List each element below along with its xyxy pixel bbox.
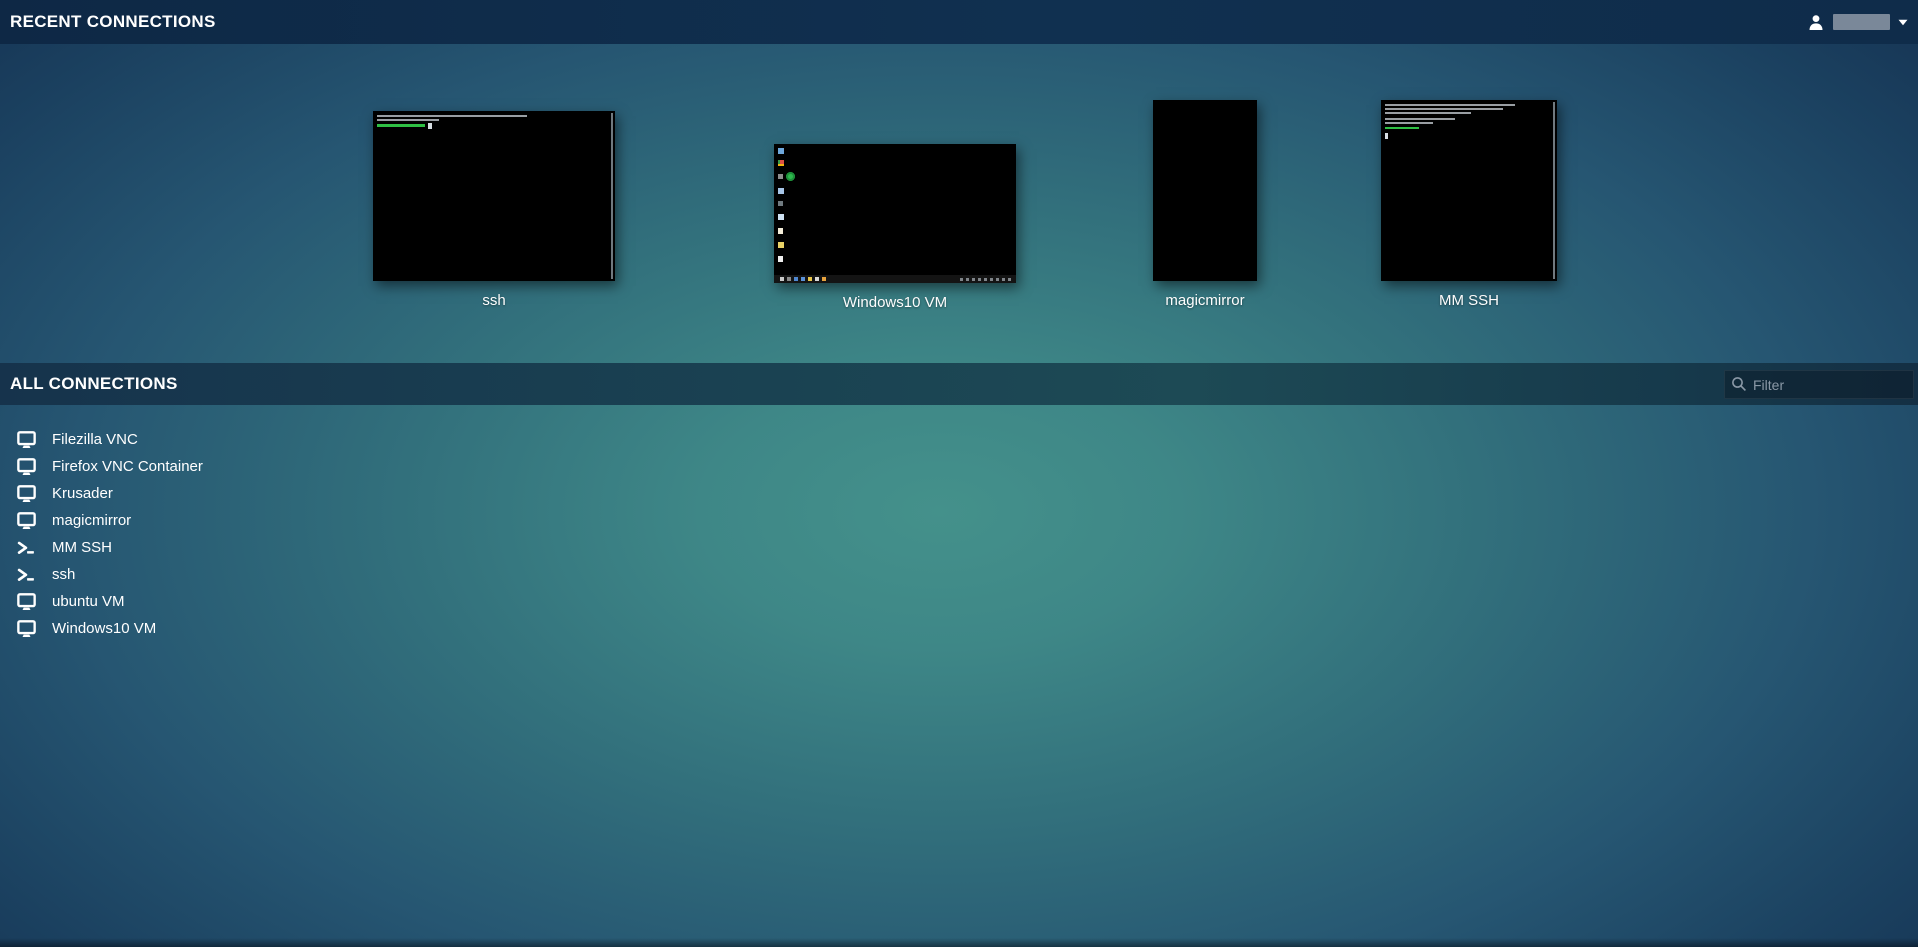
desktop-icon: [778, 242, 784, 248]
bottom-edge-shade: [0, 938, 1918, 947]
desktop-icon: [778, 228, 783, 234]
connection-label: Filezilla VNC: [52, 431, 138, 448]
connection-item-ssh[interactable]: ssh: [0, 561, 89, 588]
top-bar: RECENT CONNECTIONS: [0, 0, 1918, 44]
connection-caption: ssh: [373, 292, 615, 309]
connection-label: Windows10 VM: [52, 620, 156, 637]
monitor-icon: [17, 593, 36, 611]
scrollbar: [611, 113, 613, 279]
connection-item-mm-ssh[interactable]: MM SSH: [0, 534, 126, 561]
desktop-icon: [778, 174, 783, 179]
connection-caption: magicmirror: [1153, 292, 1257, 309]
monitor-icon: [17, 458, 36, 476]
desktop-icon: [778, 148, 784, 154]
desktop-icon: [778, 160, 784, 166]
connection-item-windows10-vm[interactable]: Windows10 VM: [0, 615, 170, 642]
terminal-icon: [17, 566, 36, 584]
system-tray: [960, 278, 1012, 281]
connection-label: MM SSH: [52, 539, 112, 556]
terminal-icon: [17, 539, 36, 557]
monitor-icon: [17, 620, 36, 638]
connection-item-krusader[interactable]: Krusader: [0, 480, 127, 507]
connection-thumbnail: [373, 111, 615, 281]
filter-input[interactable]: [1724, 370, 1914, 399]
connection-thumbnail: [1153, 100, 1257, 281]
connection-caption: MM SSH: [1381, 292, 1557, 309]
monitor-icon: [17, 512, 36, 530]
connection-item-ubuntu-vm[interactable]: ubuntu VM: [0, 588, 139, 615]
connection-label: ubuntu VM: [52, 593, 125, 610]
connection-thumbnail: [774, 144, 1016, 283]
guacamole-home: RECENT CONNECTIONS ssh: [0, 0, 1918, 947]
recent-connection-ssh[interactable]: ssh: [373, 111, 615, 309]
connection-item-firefox-vnc-container[interactable]: Firefox VNC Container: [0, 453, 217, 480]
caret-down-icon: [1898, 19, 1908, 26]
desktop-icon: [778, 188, 784, 194]
user-menu-button[interactable]: [1807, 13, 1908, 31]
filter-field-wrap: [1724, 370, 1914, 399]
recent-connection-magicmirror[interactable]: magicmirror: [1153, 100, 1257, 309]
connection-item-magicmirror[interactable]: magicmirror: [0, 507, 145, 534]
connection-thumbnail: [1381, 100, 1557, 281]
connection-item-filezilla-vnc[interactable]: Filezilla VNC: [0, 426, 152, 453]
connection-label: Firefox VNC Container: [52, 458, 203, 475]
desktop-icon: [778, 214, 784, 220]
connection-list: Filezilla VNC Firefox VNC Container Krus…: [0, 426, 217, 642]
taskbar: [774, 275, 1016, 283]
monitor-icon: [17, 485, 36, 503]
all-connections-title: ALL CONNECTIONS: [10, 374, 178, 394]
desktop-icon-green: [786, 172, 795, 181]
monitor-icon: [17, 431, 36, 449]
all-connections-bar: ALL CONNECTIONS: [0, 363, 1918, 405]
recent-connection-windows10-vm[interactable]: Windows10 VM: [774, 144, 1016, 311]
username-redacted: [1833, 14, 1890, 30]
user-icon: [1807, 13, 1825, 31]
connection-label: ssh: [52, 566, 75, 583]
connection-label: Krusader: [52, 485, 113, 502]
connection-caption: Windows10 VM: [774, 294, 1016, 311]
recent-connections-title: RECENT CONNECTIONS: [10, 12, 216, 32]
recent-connection-mm-ssh[interactable]: MM SSH: [1381, 100, 1557, 309]
connection-label: magicmirror: [52, 512, 131, 529]
desktop-icon: [778, 201, 783, 206]
scrollbar: [1553, 102, 1555, 279]
desktop-icon: [778, 256, 783, 262]
